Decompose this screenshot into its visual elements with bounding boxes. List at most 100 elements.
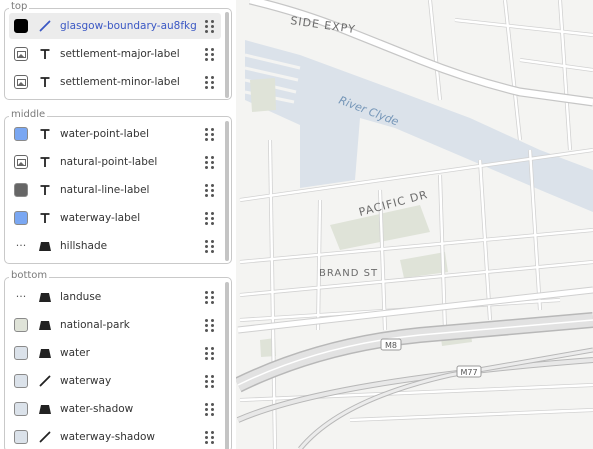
- layer-color-swatch[interactable]: [14, 19, 28, 33]
- drag-dot: [205, 75, 208, 79]
- drag-handle-icon[interactable]: [205, 429, 215, 445]
- drag-handle-icon[interactable]: [205, 18, 215, 34]
- drag-handle-icon[interactable]: [205, 154, 215, 170]
- layer-row[interactable]: waterway-shadow: [9, 424, 221, 449]
- drag-dot: [211, 19, 214, 23]
- drag-dot: [205, 351, 208, 355]
- drag-dot: [205, 57, 208, 61]
- image-swatch-icon[interactable]: [14, 47, 28, 61]
- drag-dot: [205, 346, 208, 350]
- layer-row[interactable]: natural-line-label: [9, 177, 221, 203]
- drag-dot: [211, 239, 214, 243]
- layer-row[interactable]: settlement-minor-label: [9, 69, 221, 95]
- drag-handle-icon[interactable]: [205, 210, 215, 226]
- layer-group-title: bottom: [9, 269, 50, 283]
- layer-color-swatch[interactable]: [14, 402, 28, 416]
- drag-dot: [211, 127, 214, 131]
- layer-group-bottom: bottom... landuse national-park water waterw…: [4, 269, 232, 449]
- layer-name: landuse: [60, 291, 102, 303]
- m8-shield: M8: [380, 338, 402, 351]
- fill-icon: [38, 290, 52, 304]
- image-swatch-icon[interactable]: [14, 155, 28, 169]
- layer-row[interactable]: ... landuse: [9, 284, 221, 310]
- drag-dot: [211, 407, 214, 411]
- drag-dot: [205, 295, 208, 299]
- drag-handle-icon[interactable]: [205, 401, 215, 417]
- drag-handle-icon[interactable]: [205, 46, 215, 62]
- drag-dot: [205, 374, 208, 378]
- layer-row[interactable]: settlement-major-label: [9, 41, 221, 67]
- text-icon: [38, 47, 52, 61]
- drag-dot: [211, 244, 214, 248]
- image-swatch-icon[interactable]: [14, 75, 28, 89]
- layer-row[interactable]: waterway: [9, 368, 221, 394]
- layer-row[interactable]: water-shadow: [9, 396, 221, 422]
- drag-dot: [205, 356, 208, 360]
- drag-handle-icon[interactable]: [205, 289, 215, 305]
- group-scrollbar[interactable]: [225, 12, 229, 98]
- drag-dot: [211, 328, 214, 332]
- text-icon: [38, 75, 52, 89]
- drag-dot: [211, 160, 214, 164]
- drag-handle-icon[interactable]: [205, 74, 215, 90]
- text-icon: [38, 127, 52, 141]
- drag-handle-icon[interactable]: [205, 126, 215, 142]
- layer-color-swatch[interactable]: [14, 346, 28, 360]
- drag-handle-icon[interactable]: [205, 373, 215, 389]
- layer-color-swatch[interactable]: [14, 318, 28, 332]
- drag-handle-icon[interactable]: [205, 345, 215, 361]
- drag-dot: [211, 221, 214, 225]
- layer-color-swatch[interactable]: [14, 211, 28, 225]
- layer-row[interactable]: natural-point-label: [9, 149, 221, 175]
- layer-row[interactable]: water-point-label: [9, 121, 221, 147]
- layer-row[interactable]: waterway-label: [9, 205, 221, 231]
- layer-row[interactable]: national-park: [9, 312, 221, 338]
- drag-dot: [205, 239, 208, 243]
- drag-dot: [205, 127, 208, 131]
- layer-color-swatch[interactable]: [14, 183, 28, 197]
- m77-shield: M77: [456, 365, 482, 378]
- line-icon: [38, 374, 52, 388]
- drag-handle-icon[interactable]: [205, 182, 215, 198]
- group-scrollbar[interactable]: [225, 121, 229, 261]
- layer-name: natural-line-label: [60, 184, 150, 196]
- drag-dot: [205, 328, 208, 332]
- drag-dot: [205, 290, 208, 294]
- drag-dot: [205, 183, 208, 187]
- layer-swatch-empty[interactable]: ...: [14, 239, 28, 253]
- drag-handle-icon[interactable]: [205, 238, 215, 254]
- drag-dot: [211, 295, 214, 299]
- drag-dot: [205, 244, 208, 248]
- drag-dot: [211, 323, 214, 327]
- text-icon: [38, 155, 52, 169]
- drag-dot: [211, 165, 214, 169]
- drag-dot: [205, 412, 208, 416]
- drag-dot: [205, 85, 208, 89]
- drag-dot: [211, 24, 214, 28]
- layer-name: water-point-label: [60, 128, 149, 140]
- drag-dot: [205, 318, 208, 322]
- drag-dot: [211, 188, 214, 192]
- group-scrollbar[interactable]: [225, 282, 229, 449]
- layer-color-swatch[interactable]: [14, 127, 28, 141]
- drag-dot: [211, 430, 214, 434]
- layer-name: settlement-minor-label: [60, 76, 180, 88]
- layer-group-middle: middle water-point-label natural-point-lab…: [4, 108, 232, 264]
- layer-row[interactable]: ... hillshade: [9, 233, 221, 259]
- layer-name: water-shadow: [60, 403, 134, 415]
- layer-group-title: middle: [9, 108, 48, 122]
- layer-row[interactable]: glasgow-boundary-au8fkg: [9, 13, 221, 39]
- drag-dot: [205, 221, 208, 225]
- layer-color-swatch[interactable]: [14, 430, 28, 444]
- layer-row[interactable]: water: [9, 340, 221, 366]
- drag-dot: [211, 137, 214, 141]
- layer-name: hillshade: [60, 240, 108, 252]
- svg-text:M8: M8: [385, 341, 397, 350]
- drag-handle-icon[interactable]: [205, 317, 215, 333]
- drag-dot: [211, 193, 214, 197]
- layer-swatch-empty[interactable]: ...: [14, 290, 28, 304]
- layer-color-swatch[interactable]: [14, 374, 28, 388]
- layer-name: waterway-label: [60, 212, 141, 224]
- drag-dot: [211, 412, 214, 416]
- drag-dot: [211, 85, 214, 89]
